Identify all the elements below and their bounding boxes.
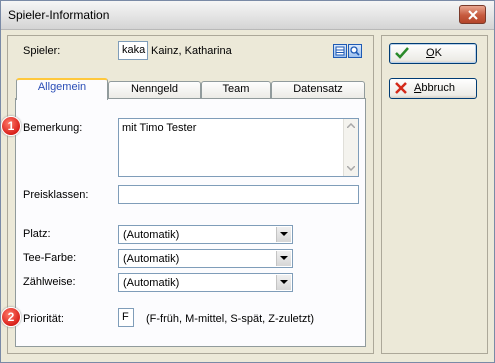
callout-badge-2: 2 [1,307,21,327]
search-button[interactable] [348,44,362,58]
player-name: Kainz, Katharina [151,45,232,57]
x-icon [395,82,407,94]
counting-label: Zählweise: [23,276,76,288]
priority-value: F [122,311,129,323]
player-code-input[interactable]: kaka [118,41,148,60]
tab-datensatz[interactable]: Datensatz [271,81,365,98]
player-label: Spieler: [23,45,61,57]
ok-label-rest: K [434,47,442,59]
tee-color-select[interactable]: (Automatik) [118,249,293,268]
player-code-value: kaka [122,44,146,56]
chevron-down-icon [280,280,288,284]
priority-hint: (F-früh, M-mittel, S-spät, Z-zuletzt) [146,313,315,325]
tab-team[interactable]: Team [201,81,271,98]
cancel-label-rest: bbruch [421,82,455,94]
priority-input[interactable]: F [118,308,134,327]
price-classes-label: Preisklassen: [23,189,89,201]
tab-nenngeld[interactable]: Nenngeld [108,81,201,98]
counting-dropdown-button[interactable] [276,275,291,290]
tab-allgemein[interactable]: Allgemein [16,78,108,100]
scroll-down-icon[interactable] [347,166,355,171]
remark-scrollbar[interactable] [343,119,358,176]
table-icon [335,46,345,56]
lookup-button[interactable] [333,44,347,58]
ok-button[interactable]: OK [389,43,477,64]
cancel-button[interactable]: Abbruch [389,78,477,99]
remark-label: Bemerkung: [23,122,83,134]
counting-value: (Automatik) [123,277,180,289]
close-button[interactable] [459,5,486,24]
remark-text: mit Timo Tester [122,122,197,134]
check-icon [395,47,409,59]
callout-badge-1: 1 [1,116,21,136]
close-icon [468,10,478,20]
place-select[interactable]: (Automatik) [118,225,293,244]
tee-color-label: Tee-Farbe: [23,252,77,264]
title-bar[interactable]: Spieler-Information [1,1,494,30]
ok-label-mnemonic: O [426,47,435,59]
priority-label: Priorität: [23,313,64,325]
remark-textarea[interactable]: mit Timo Tester [118,118,359,177]
place-label: Platz: [23,228,51,240]
place-value: (Automatik) [123,229,180,241]
search-icon [350,46,360,56]
scroll-up-icon[interactable] [347,123,355,128]
price-classes-input[interactable] [118,185,359,204]
window-title: Spieler-Information [8,8,110,22]
place-dropdown-button[interactable] [276,227,291,242]
cancel-label: Abbruch [414,82,455,94]
ok-label: OK [426,47,442,59]
dialog-window: Spieler-Information Spieler: kaka Kainz,… [0,0,495,363]
tee-color-value: (Automatik) [123,253,180,265]
chevron-down-icon [280,232,288,236]
counting-select[interactable]: (Automatik) [118,273,293,292]
chevron-down-icon [280,256,288,260]
tee-color-dropdown-button[interactable] [276,251,291,266]
